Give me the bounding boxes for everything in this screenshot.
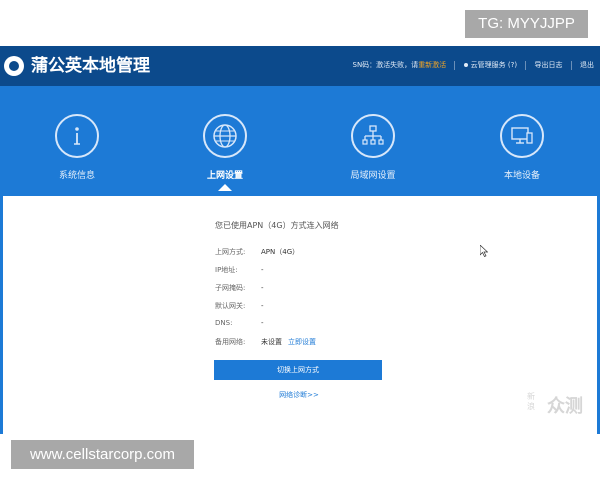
main-nav: 系统信息 上网设置 局域网设置 本地设备: [0, 86, 600, 198]
top-bar-actions: SN码：激活失败，请重新激活 云管理服务 (?) 导出日志 退出: [352, 60, 594, 70]
row-label: DNS:: [215, 319, 233, 327]
nav-label: 局域网设置: [350, 171, 396, 181]
cloud-dot-icon: [463, 63, 468, 67]
nav-label: 本地设备: [503, 171, 540, 181]
row-value: -: [261, 284, 264, 292]
divider: [454, 60, 456, 70]
app-window: 蒲公英本地管理 SN码：激活失败，请重新激活 云管理服务 (?) 导出日志 退出…: [0, 46, 600, 434]
logout-button[interactable]: 退出: [580, 60, 594, 70]
cloud-service-button[interactable]: 云管理服务 (?): [463, 60, 518, 70]
network-diagnose-link[interactable]: 网络诊断>>: [215, 390, 383, 400]
row-label: IP地址:: [215, 266, 238, 274]
info-row-gateway: 默认网关: -: [215, 301, 395, 319]
row-value: -: [261, 319, 264, 327]
content-panel: 您已使用APN（4G）方式连入网络 上网方式: APN（4G） IP地址: - 子网…: [3, 196, 597, 434]
setup-now-link[interactable]: 立即设置: [288, 338, 316, 346]
brand-title: 蒲公英本地管理: [31, 56, 150, 76]
row-value: 未设置: [261, 338, 282, 346]
row-value: APN（4G）: [261, 248, 300, 256]
nav-item-system-info[interactable]: 系统信息: [22, 114, 132, 198]
sn-status-text: SN码：激活失败，请: [352, 61, 419, 69]
row-label: 备用网络:: [215, 338, 246, 346]
info-row-mode: 上网方式: APN（4G）: [215, 247, 395, 265]
globe-icon: [203, 114, 247, 158]
watermark-small: 新浪: [527, 392, 535, 411]
internet-status: 您已使用APN（4G）方式连入网络 上网方式: APN（4G） IP地址: - 子网…: [214, 220, 395, 399]
reactivate-link[interactable]: 重新激活: [418, 60, 446, 70]
divider: [570, 60, 572, 70]
row-label: 子网掩码:: [215, 284, 246, 292]
watermark: 新浪 众测: [527, 388, 597, 422]
url-overlay-tag: www.cellstarcorp.com: [11, 440, 194, 469]
info-icon: [55, 114, 99, 158]
nav-label: 上网设置: [206, 171, 243, 181]
nav-item-local-devices[interactable]: 本地设备: [467, 114, 577, 198]
tg-overlay-tag: TG: MYYJJPP: [465, 10, 588, 38]
nav-item-lan-settings[interactable]: 局域网设置: [318, 114, 428, 198]
nav-label: 系统信息: [58, 171, 95, 181]
info-row-dns: DNS: -: [215, 319, 395, 337]
pgy-logo-icon: [4, 56, 24, 76]
info-row-ip: IP地址: -: [215, 265, 395, 283]
row-label: 上网方式:: [215, 248, 246, 256]
row-label: 默认网关:: [215, 302, 246, 310]
monitor-icon: [500, 114, 544, 158]
watermark-main: 众测: [547, 396, 583, 417]
info-row-backup: 备用网络: 未设置 立即设置: [215, 337, 395, 355]
row-value: -: [261, 266, 264, 274]
top-bar: 蒲公英本地管理 SN码：激活失败，请重新激活 云管理服务 (?) 导出日志 退出: [0, 46, 600, 86]
connection-headline: 您已使用APN（4G）方式连入网络: [215, 221, 339, 230]
export-log-button[interactable]: 导出日志: [535, 60, 563, 70]
cloud-service-label: 云管理服务 (?): [470, 61, 518, 69]
nav-item-internet-settings[interactable]: 上网设置: [170, 114, 280, 198]
info-row-mask: 子网掩码: -: [215, 283, 395, 301]
switch-mode-button[interactable]: 切换上网方式: [214, 360, 382, 380]
mouse-cursor-icon: [480, 245, 488, 257]
row-value: -: [261, 302, 264, 310]
divider: [525, 60, 527, 70]
active-indicator: [218, 184, 232, 191]
network-icon: [351, 114, 395, 158]
